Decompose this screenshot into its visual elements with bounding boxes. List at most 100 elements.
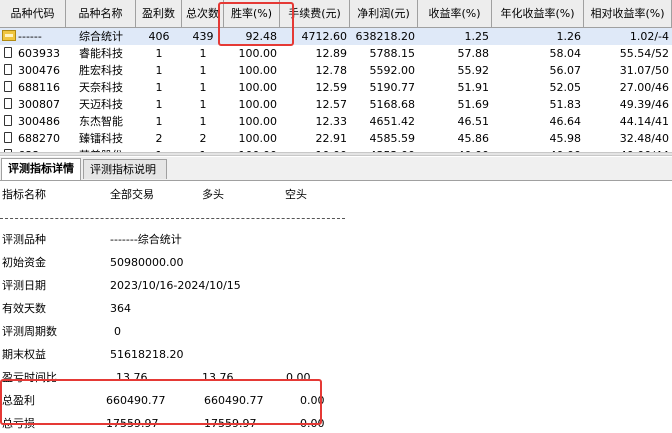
cell-code: ------ (0, 28, 66, 45)
cell-annual-return: 46.64 (549, 115, 582, 128)
table-row[interactable]: 603933 睿能科技 1 1 100.00 12.89 5788.15 57.88 58.04… (0, 45, 672, 62)
cell-code-text: 300486 (18, 115, 60, 128)
document-icon (4, 115, 12, 126)
cell-code: 300476 (0, 62, 66, 79)
column-header-total-count[interactable]: 总次数 (182, 0, 224, 27)
detail-label: 总亏损 (2, 417, 35, 430)
detail-value-all: 51618218.20 (110, 348, 184, 361)
cell-net-profit: 4585.59 (369, 132, 416, 145)
cell-net-profit: 5788.15 (369, 47, 416, 60)
cell-return-rate: 51.91 (457, 81, 490, 94)
column-header-fee[interactable]: 手续费(元) (280, 0, 350, 27)
table-row[interactable]: 300476 胜宏科技 1 1 100.00 12.78 5592.00 55.92 56.07… (0, 62, 672, 79)
cell-win-count: 1 (155, 115, 163, 128)
cell-code-text: 688116 (18, 81, 60, 94)
detail-value-long: 660490.77 (204, 394, 264, 407)
cell-win-rate: 100.00 (238, 64, 278, 77)
document-icon (4, 64, 12, 75)
detail-value-short: 0.00 (300, 417, 325, 430)
cell-fee: 22.91 (315, 132, 348, 145)
column-header-net-profit[interactable]: 净利润(元) (350, 0, 418, 27)
cell-relative-return: 55.54/52 (619, 47, 669, 60)
cell-relative-return: 1.02/-4 (629, 30, 669, 43)
detail-value-all: 0 (114, 325, 121, 338)
cell-win-count: 1 (155, 47, 163, 60)
cell-total-count: 1 (199, 115, 207, 128)
cell-code-text: ------ (18, 30, 42, 43)
cell-name: 综合统计 (79, 30, 123, 43)
detail-value-all: 660490.77 (106, 394, 166, 407)
splitter[interactable] (0, 152, 672, 156)
cell-fee: 12.89 (315, 47, 348, 60)
cell-name: 天迈科技 (79, 98, 123, 111)
document-icon (4, 132, 12, 143)
cell-total-count: 1 (199, 98, 207, 111)
table-row[interactable]: 300807 天迈科技 1 1 100.00 12.57 5168.68 51.69 51.83… (0, 96, 672, 113)
detail-value-all: 50980000.00 (110, 256, 184, 269)
table-row[interactable]: 300486 东杰智能 1 1 100.00 12.33 4651.42 46.51 46.64… (0, 113, 672, 130)
column-header-win-count[interactable]: 盈利数 (136, 0, 182, 27)
cell-return-rate: 57.88 (457, 47, 490, 60)
column-header-win-rate[interactable]: 胜率(%) (224, 0, 280, 27)
header-short: 空头 (285, 188, 307, 201)
cell-fee: 12.78 (315, 64, 348, 77)
detail-value-long: 17559.97 (204, 417, 257, 430)
cell-net-profit: 5592.00 (369, 64, 416, 77)
cell-fee: 12.57 (315, 98, 348, 111)
cell-relative-return: 27.00/46 (619, 81, 669, 94)
column-header-annual-return[interactable]: 年化收益率(%) (492, 0, 584, 27)
detail-value-short: 0.00 (300, 394, 325, 407)
cell-code-text: 300476 (18, 64, 60, 77)
detail-label: 期末权益 (2, 348, 46, 361)
cell-win-rate: 100.00 (238, 115, 278, 128)
detail-label: 评测日期 (2, 279, 46, 292)
cell-code: 300807 (0, 96, 66, 113)
cell-relative-return: 44.14/41 (619, 115, 669, 128)
column-header-relative-return[interactable]: 相对收益率(%) (584, 0, 672, 27)
document-icon (4, 98, 12, 109)
cell-relative-return: 49.39/46 (619, 98, 669, 111)
cell-annual-return: 56.07 (549, 64, 582, 77)
column-header-name[interactable]: 品种名称 (66, 0, 136, 27)
cell-name: 臻镭科技 (79, 132, 123, 145)
cell-name: 胜宏科技 (79, 64, 123, 77)
cell-annual-return: 45.98 (549, 132, 582, 145)
detail-label: 初始资金 (2, 256, 46, 269)
cell-return-rate: 46.51 (457, 115, 490, 128)
detail-value-all: 13.76 (116, 371, 148, 384)
cell-code-text: 688270 (18, 132, 60, 145)
cell-code-text: 603933 (18, 47, 60, 60)
cell-fee: 12.33 (315, 115, 348, 128)
header-long: 多头 (202, 188, 224, 201)
detail-label: 总盈利 (2, 394, 35, 407)
tab-metric-details[interactable]: 评测指标详情 (1, 158, 81, 180)
cell-code: 688270 (0, 130, 66, 147)
cell-total-count: 439 (192, 30, 214, 43)
cell-total-count: 1 (199, 47, 207, 60)
cell-win-count: 1 (155, 98, 163, 111)
cell-name: 天奈科技 (79, 81, 123, 94)
detail-value-all: 2023/10/16-2024/10/15 (110, 279, 241, 292)
table-row[interactable]: 688270 臻镭科技 2 2 100.00 22.91 4585.59 45.86 45.98… (0, 130, 672, 147)
summary-row[interactable]: ------ 综合统计 406 439 92.48 4712.60 638218.20 1.2… (0, 28, 672, 45)
column-header-return-rate[interactable]: 收益率(%) (418, 0, 492, 27)
cell-win-count: 2 (155, 132, 163, 145)
cell-relative-return: 32.48/40 (619, 132, 669, 145)
tab-bar: 评测指标详情 评测指标说明 (0, 157, 672, 181)
header-all-trades: 全部交易 (110, 188, 154, 201)
detail-value-short: 0.00 (286, 371, 311, 384)
cell-total-count: 1 (199, 64, 207, 77)
document-icon (4, 81, 12, 92)
detail-value-all: -------综合统计 (110, 233, 182, 246)
cell-name: 睿能科技 (79, 47, 123, 60)
column-header-code[interactable]: 品种代码 (0, 0, 66, 27)
detail-value-long: 13.76 (202, 371, 234, 384)
cell-net-profit: 5190.77 (369, 81, 416, 94)
cell-relative-return: 31.07/50 (619, 64, 669, 77)
cell-net-profit: 638218.20 (355, 30, 416, 43)
cell-net-profit: 4651.42 (369, 115, 416, 128)
document-icon (4, 47, 12, 58)
table-row[interactable]: 688116 天奈科技 1 1 100.00 12.59 5190.77 51.91 52.05… (0, 79, 672, 96)
tab-metric-description[interactable]: 评测指标说明 (83, 159, 167, 179)
cell-return-rate: 55.92 (457, 64, 490, 77)
